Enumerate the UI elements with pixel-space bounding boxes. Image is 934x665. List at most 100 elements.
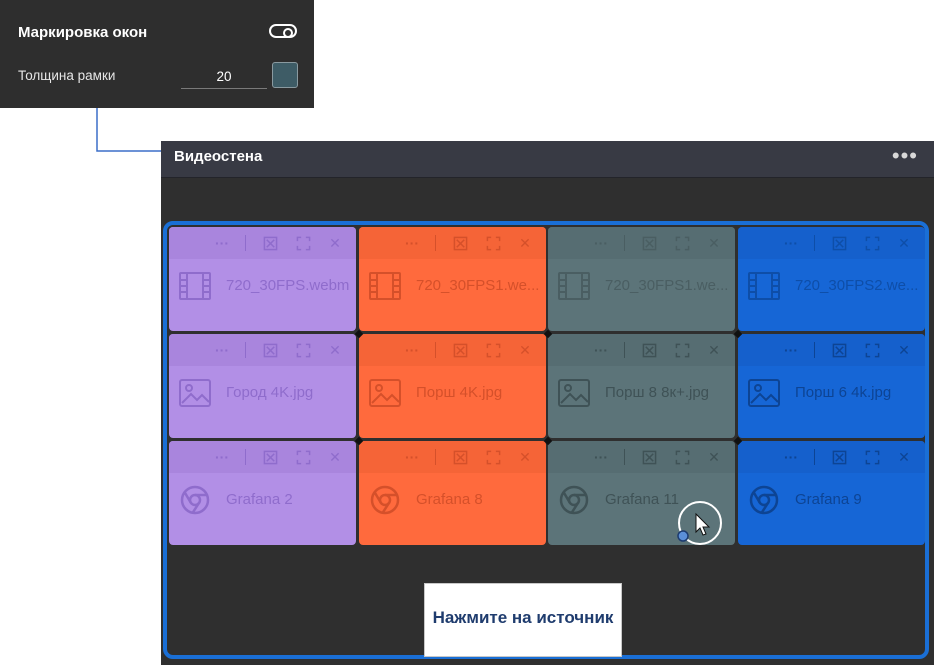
fullscreen-icon[interactable] [673, 448, 691, 466]
tile-source-name: Grafana 2 [226, 491, 293, 508]
callout-text: Нажмите на источник [432, 608, 614, 627]
close-icon[interactable]: ✕ [516, 448, 534, 466]
tile-source-name: 720_30FPS2.we... [795, 277, 919, 294]
fit-icon[interactable] [261, 234, 279, 252]
fullscreen-icon[interactable] [673, 234, 691, 252]
tile-toolbar-divider [245, 342, 246, 358]
tile-more-button[interactable]: ··· [403, 234, 421, 252]
tile-toolbar-divider [814, 342, 815, 358]
close-icon[interactable]: ✕ [895, 234, 913, 252]
tile-source-name: 720_30FPS1.we... [416, 277, 540, 294]
video-file-icon [558, 271, 590, 301]
image-file-icon [369, 378, 401, 408]
fit-icon[interactable] [830, 448, 848, 466]
tile-more-button[interactable]: ··· [782, 448, 800, 466]
source-tile[interactable]: ··· ✕ Grafana 9 [738, 441, 925, 545]
close-icon[interactable]: ✕ [326, 448, 344, 466]
fit-icon[interactable] [261, 341, 279, 359]
source-tile[interactable]: ··· ✕ Grafana 8 [359, 441, 546, 545]
fullscreen-icon[interactable] [484, 341, 502, 359]
tile-source-name: 720_30FPS1.we... [605, 277, 729, 294]
tile-more-button[interactable]: ··· [213, 448, 231, 466]
source-tile[interactable]: ··· ✕ 720_30FPS1.we... [359, 227, 546, 331]
video-file-icon [369, 271, 401, 301]
fit-icon[interactable] [640, 234, 658, 252]
tile-toolbar-divider [624, 342, 625, 358]
fit-icon[interactable] [640, 448, 658, 466]
tile-source-name: Порш 4K.jpg [416, 384, 503, 401]
fit-icon[interactable] [451, 341, 469, 359]
fullscreen-icon[interactable] [673, 341, 691, 359]
tile-toolbar-divider [624, 449, 625, 465]
browser-icon [558, 485, 590, 515]
close-icon[interactable]: ✕ [516, 234, 534, 252]
source-tile[interactable]: ··· ✕ 720_30FPS.webm [169, 227, 356, 331]
tile-toolbar-divider [814, 235, 815, 251]
more-menu-icon[interactable]: ••• [892, 143, 918, 169]
tile-more-button[interactable]: ··· [403, 448, 421, 466]
browser-icon [369, 485, 401, 515]
close-icon[interactable]: ✕ [705, 234, 723, 252]
close-icon[interactable]: ✕ [516, 341, 534, 359]
tile-source-name: Grafana 8 [416, 491, 483, 508]
frame-thickness-label: Толщина рамки [18, 68, 116, 83]
tile-more-button[interactable]: ··· [592, 448, 610, 466]
image-file-icon [558, 378, 590, 408]
frame-thickness-input[interactable] [181, 64, 267, 89]
fullscreen-icon[interactable] [294, 448, 312, 466]
fit-icon[interactable] [261, 448, 279, 466]
window-marking-toggle[interactable] [269, 24, 297, 38]
tile-toolbar-divider [814, 449, 815, 465]
tile-toolbar-divider [435, 342, 436, 358]
browser-icon [179, 485, 211, 515]
fullscreen-icon[interactable] [863, 448, 881, 466]
fit-icon[interactable] [830, 234, 848, 252]
tile-more-button[interactable]: ··· [782, 341, 800, 359]
fullscreen-icon[interactable] [294, 341, 312, 359]
tile-more-button[interactable]: ··· [782, 234, 800, 252]
browser-icon [748, 485, 780, 515]
tile-more-button[interactable]: ··· [403, 341, 421, 359]
close-icon[interactable]: ✕ [326, 341, 344, 359]
fullscreen-icon[interactable] [863, 341, 881, 359]
tile-more-button[interactable]: ··· [213, 341, 231, 359]
tile-more-button[interactable]: ··· [213, 234, 231, 252]
videowall-header: Видеостена ••• [161, 141, 934, 178]
tile-toolbar-divider [245, 449, 246, 465]
source-tile[interactable]: ··· ✕ Порш 4K.jpg [359, 334, 546, 438]
source-tile[interactable]: ··· ✕ Grafana 2 [169, 441, 356, 545]
close-icon[interactable]: ✕ [705, 448, 723, 466]
source-tile[interactable]: ··· ✕ Grafana 11 [548, 441, 735, 545]
window-marking-title: Маркировка окон [18, 24, 148, 41]
close-icon[interactable]: ✕ [895, 341, 913, 359]
close-icon[interactable]: ✕ [895, 448, 913, 466]
toggle-knob [283, 28, 293, 38]
tile-more-button[interactable]: ··· [592, 234, 610, 252]
source-tile[interactable]: ··· ✕ Город 4K.jpg [169, 334, 356, 438]
fullscreen-icon[interactable] [484, 448, 502, 466]
fit-icon[interactable] [451, 448, 469, 466]
source-tile[interactable]: ··· ✕ 720_30FPS2.we... [738, 227, 925, 331]
source-tile[interactable]: ··· ✕ Порш 8 8к+.jpg [548, 334, 735, 438]
fullscreen-icon[interactable] [863, 234, 881, 252]
tile-source-name: Порш 6 4k.jpg [795, 384, 892, 401]
tile-toolbar-divider [624, 235, 625, 251]
tile-source-name: Порш 8 8к+.jpg [605, 384, 710, 401]
source-tile[interactable]: ··· ✕ Порш 6 4k.jpg [738, 334, 925, 438]
fit-icon[interactable] [451, 234, 469, 252]
fit-icon[interactable] [830, 341, 848, 359]
fullscreen-icon[interactable] [294, 234, 312, 252]
frame-color-swatch[interactable] [272, 62, 298, 88]
tile-more-button[interactable]: ··· [592, 341, 610, 359]
tile-source-name: 720_30FPS.webm [226, 277, 350, 294]
video-file-icon [748, 271, 780, 301]
fullscreen-icon[interactable] [484, 234, 502, 252]
callout-box: Нажмите на источник [424, 583, 622, 657]
close-icon[interactable]: ✕ [326, 234, 344, 252]
video-file-icon [179, 271, 211, 301]
tile-toolbar-divider [435, 449, 436, 465]
fit-icon[interactable] [640, 341, 658, 359]
close-icon[interactable]: ✕ [705, 341, 723, 359]
source-tile[interactable]: ··· ✕ 720_30FPS1.we... [548, 227, 735, 331]
image-file-icon [179, 378, 211, 408]
